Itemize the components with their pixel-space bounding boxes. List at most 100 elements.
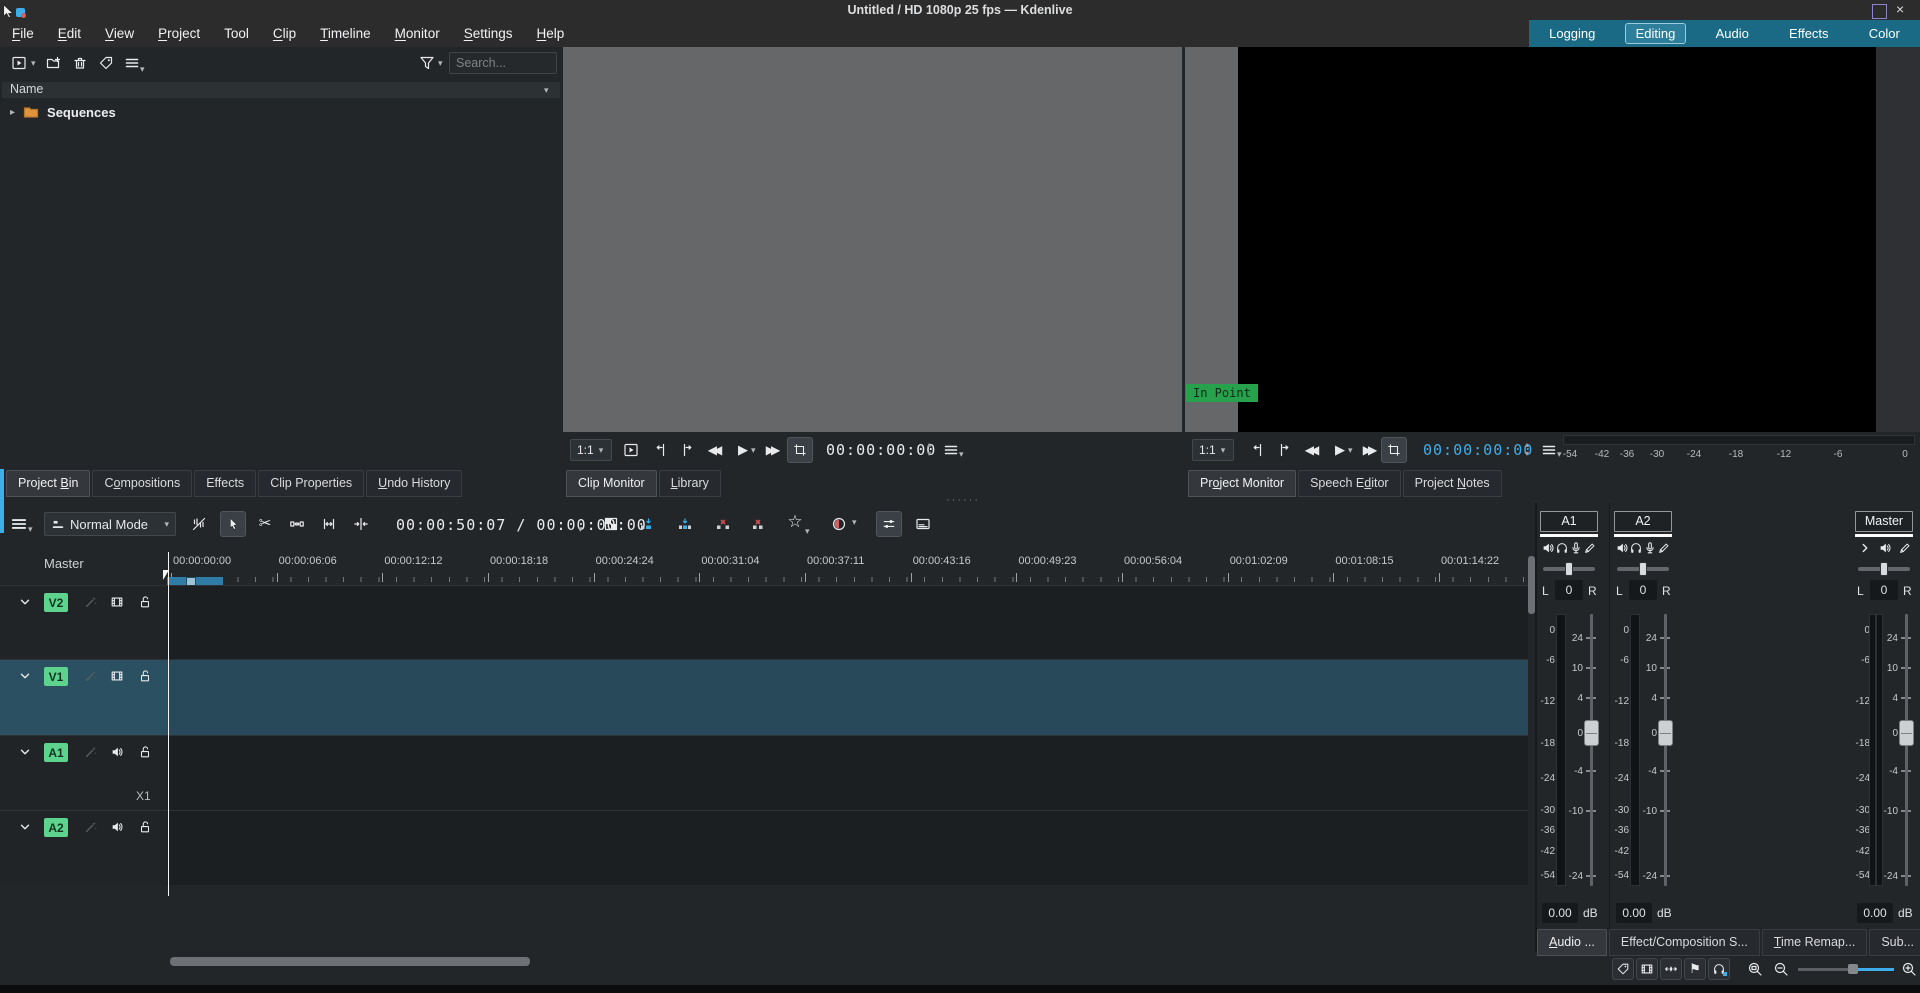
tab-clip-properties[interactable]: Clip Properties	[258, 470, 364, 497]
mixer-track-button-a2[interactable]: A2	[1614, 511, 1672, 532]
menu-view[interactable]: View	[93, 20, 146, 47]
timeline-menu-button[interactable]	[8, 513, 30, 535]
collapse-track-icon[interactable]	[18, 745, 32, 759]
workspace-tab-editing[interactable]: Editing	[1625, 23, 1687, 44]
insert-zone-button[interactable]	[636, 513, 658, 535]
close-button[interactable]: ×	[1896, 1, 1904, 17]
collapse-track-icon[interactable]	[18, 820, 32, 834]
timeline-ruler[interactable]: 00:00:00:0000:00:06:0600:00:12:1200:00:1…	[167, 552, 1528, 582]
spacer-tool-button[interactable]	[286, 513, 308, 535]
tab-effects[interactable]: Effects	[194, 470, 256, 497]
project-zone-mode-button[interactable]	[1381, 437, 1407, 463]
record-monitor-icon[interactable]	[1569, 541, 1583, 555]
menu-clip[interactable]: Clip	[261, 20, 308, 47]
track-body-a1[interactable]	[167, 736, 1528, 810]
extract-zone-button[interactable]	[712, 513, 734, 535]
project-set-out-button[interactable]	[1273, 439, 1295, 461]
tag-button[interactable]	[95, 52, 117, 74]
pan-value[interactable]: 0	[1629, 580, 1657, 600]
pan-slider[interactable]	[1541, 562, 1597, 576]
playhead-line[interactable]	[168, 552, 169, 896]
edit-mode-combo[interactable]: Normal Mode ▾	[44, 512, 176, 536]
mute-track-icon[interactable]	[110, 820, 124, 834]
track-row-v2[interactable]: V2	[0, 585, 1528, 659]
pan-slider[interactable]	[1856, 562, 1912, 576]
menu-tool[interactable]: Tool	[212, 20, 261, 47]
snap-toggle-button[interactable]	[1660, 958, 1682, 980]
solo-icon[interactable]	[1629, 541, 1643, 555]
mixer-track-button-master[interactable]: Master	[1855, 511, 1913, 532]
video-thumbnails-toggle-button[interactable]	[1636, 958, 1658, 980]
timeline-timecode-dropdown-icon[interactable]: ▾	[578, 525, 583, 534]
show-video-icon[interactable]	[110, 669, 124, 683]
bin-column-header[interactable]: Name ▾	[2, 82, 560, 98]
zoom-slider-handle[interactable]	[1848, 964, 1858, 974]
pan-value[interactable]: 0	[1555, 580, 1583, 600]
workspace-tab-audio[interactable]: Audio	[1705, 23, 1760, 44]
set-in-point-button[interactable]	[650, 439, 672, 461]
clip-zoom-combo[interactable]: 1:1▾	[570, 439, 612, 461]
menu-help[interactable]: Help	[525, 20, 577, 47]
fast-forward-button[interactable]: ▶▶	[760, 439, 782, 461]
set-out-point-button[interactable]	[676, 439, 698, 461]
tab-undo-history[interactable]: Undo History	[366, 470, 462, 497]
timeline-menu-dropdown-icon[interactable]: ▾	[28, 525, 33, 534]
mute-icon[interactable]	[1878, 541, 1892, 555]
track-label-v1[interactable]: V1	[44, 667, 68, 686]
track-body-v1[interactable]	[167, 660, 1528, 735]
track-body-a2[interactable]	[167, 811, 1528, 885]
tag-toggle-button[interactable]	[1612, 958, 1634, 980]
tab-compositions[interactable]: Compositions	[92, 470, 192, 497]
menu-edit[interactable]: Edit	[46, 20, 93, 47]
filter-dropdown-icon[interactable]: ▾	[438, 59, 443, 68]
zoom-fit-button[interactable]	[1744, 958, 1766, 980]
project-timecode-spinner[interactable]: ▴▾	[1525, 441, 1529, 458]
lock-track-icon[interactable]	[138, 820, 152, 834]
track-label-v2[interactable]: V2	[44, 593, 68, 612]
mute-icon[interactable]	[1541, 541, 1555, 555]
favorite-effects-dropdown-icon[interactable]: ▾	[805, 527, 810, 536]
menu-monitor[interactable]: Monitor	[383, 20, 452, 47]
gain-value[interactable]: 0.00	[1616, 903, 1652, 923]
menu-file[interactable]: File	[0, 20, 46, 47]
effects-icon[interactable]	[1657, 541, 1671, 555]
tab-project-notes[interactable]: Project Notes	[1403, 470, 1502, 497]
zoom-slider-track-right[interactable]	[1858, 968, 1894, 971]
effects-icon[interactable]	[1583, 541, 1597, 555]
zoom-slider-track-left[interactable]	[1798, 968, 1848, 971]
clip-timecode[interactable]: 00:00:00:00	[826, 441, 936, 459]
pan-handle[interactable]	[1880, 562, 1888, 576]
timeline-vertical-scrollbar[interactable]	[1528, 556, 1535, 614]
audio-thumbnails-toggle-button[interactable]	[1708, 958, 1730, 980]
record-button[interactable]	[828, 513, 850, 535]
overwrite-zone-button[interactable]	[674, 513, 696, 535]
track-row-a2[interactable]: A2	[0, 810, 1528, 885]
bin-menu-dropdown-icon[interactable]: ▾	[140, 65, 145, 74]
lock-track-icon[interactable]	[138, 669, 152, 683]
pan-value[interactable]: 0	[1870, 580, 1898, 600]
project-play-dropdown-icon[interactable]: ▾	[1348, 446, 1353, 455]
collapse-track-icon[interactable]	[18, 595, 32, 609]
zone-mode-button[interactable]	[787, 437, 813, 463]
play-dropdown-icon[interactable]: ▾	[751, 446, 756, 455]
volume-fader[interactable]	[1584, 720, 1599, 746]
pan-slider[interactable]	[1615, 562, 1671, 576]
menu-timeline[interactable]: Timeline	[308, 20, 383, 47]
mix-clips-icon[interactable]	[188, 513, 210, 535]
track-label-a1[interactable]: A1	[44, 743, 68, 762]
zone-tool-button[interactable]	[318, 513, 340, 535]
project-rewind-button[interactable]: ◀◀	[1299, 439, 1321, 461]
bin-item-sequences[interactable]: ▸ Sequences	[2, 103, 560, 121]
mute-icon[interactable]	[1615, 541, 1629, 555]
show-video-icon[interactable]	[110, 595, 124, 609]
gain-value[interactable]: 0.00	[1542, 903, 1578, 923]
pan-handle[interactable]	[1639, 562, 1647, 576]
tab-project-monitor[interactable]: Project Monitor	[1188, 470, 1296, 497]
create-folder-button[interactable]	[43, 52, 65, 74]
lift-zone-button[interactable]	[748, 513, 770, 535]
expand-icon[interactable]	[1858, 541, 1872, 555]
markers-toggle-button[interactable]: ⚑	[1684, 958, 1706, 980]
track-row-v1[interactable]: V1	[0, 659, 1528, 735]
project-zoom-combo[interactable]: 1:1▾	[1192, 439, 1234, 461]
project-fast-forward-button[interactable]: ▶▶	[1357, 439, 1379, 461]
